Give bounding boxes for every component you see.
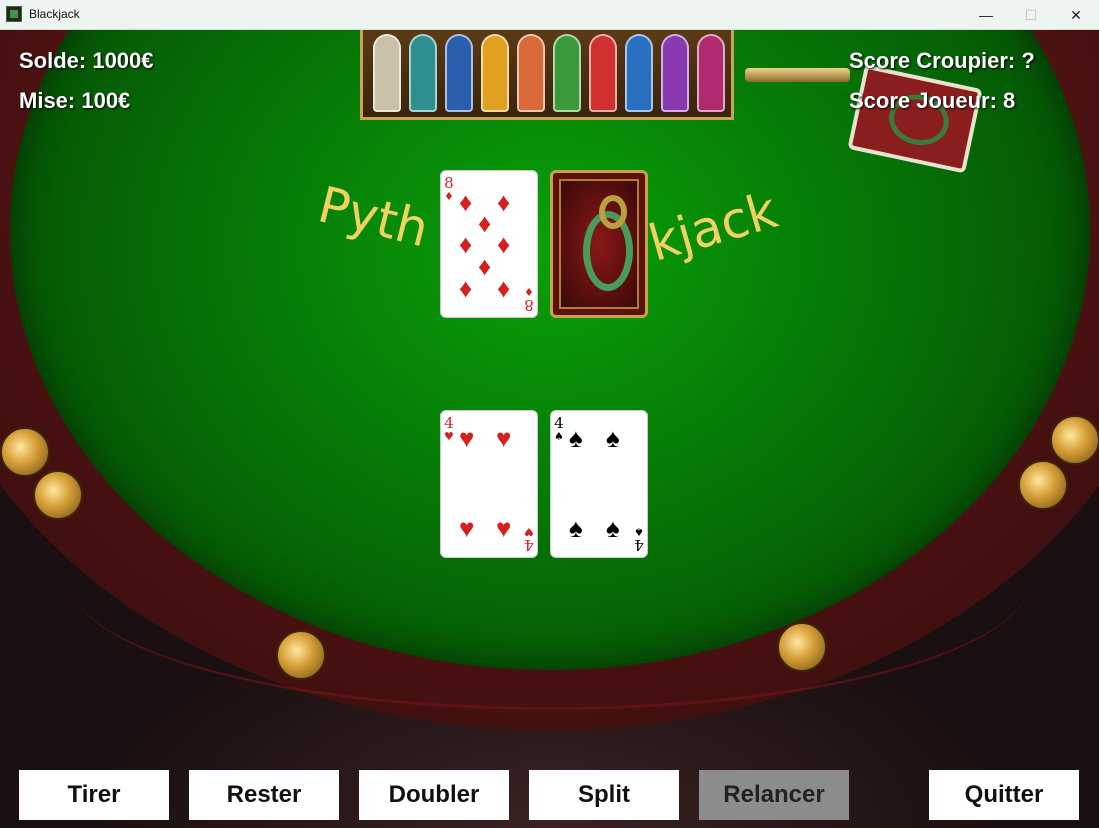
rebet-button[interactable]: Relancer [699, 770, 849, 820]
heart-pip: ♥ [496, 513, 512, 543]
window-title: Blackjack [29, 7, 80, 21]
spade-pip: ♠ [606, 513, 620, 543]
dealer-card-1: 8 ♦ 8 ♦ ♦ ♦ ♦ ♦ ♦ ♦ ♦ ♦ [440, 170, 538, 318]
chip-stack [517, 34, 545, 112]
minimize-button[interactable]: — [963, 0, 1009, 30]
spade-pip: ♠ [569, 423, 583, 453]
card-corner: 8 ♦ [524, 285, 534, 314]
card-corner: 4 ♠ [554, 414, 564, 444]
chip-stack [661, 34, 689, 112]
cup-holder [1050, 415, 1099, 465]
chip-stack [697, 34, 725, 112]
cup-holder [777, 622, 827, 672]
cup-holder [0, 427, 50, 477]
quit-button[interactable]: Quitter [929, 770, 1079, 820]
chip-stack [589, 34, 617, 112]
chip-stack [445, 34, 473, 112]
player-card-1: 4 ♥ 4 ♥ ♥ ♥ ♥ ♥ [440, 410, 538, 558]
cup-holder [1018, 460, 1068, 510]
chip-stack [373, 34, 401, 112]
stand-button[interactable]: Rester [189, 770, 339, 820]
balance-label: Solde: 1000€ [19, 48, 154, 73]
diamond-pip: ♦ [478, 251, 492, 281]
diamond-pip: ♦ [459, 229, 473, 259]
chip-stack [625, 34, 653, 112]
diamond-pip: ♦ [497, 229, 511, 259]
player-score-label: Score Joueur: 8 [849, 88, 1016, 113]
diamond-pip: ♦ [497, 273, 511, 303]
dealer-score-label: Score Croupier: ? [849, 48, 1035, 73]
player-card-2: 4 ♠ 4 ♠ ♠ ♠ ♠ ♠ [550, 410, 648, 558]
app-icon [6, 6, 22, 22]
game-canvas: Solde: 1000€ Mise: 100€ Score Croupier: … [0, 30, 1099, 828]
title-bar: Blackjack — ☐ ✕ [0, 0, 1099, 30]
split-button[interactable]: Split [529, 770, 679, 820]
card-back-frame [559, 179, 639, 309]
diamond-pip: ♦ [459, 187, 473, 217]
heart-pip: ♥ [459, 513, 475, 543]
diamond-pip: ♦ [478, 208, 492, 238]
discard-rod [745, 68, 850, 82]
heart-pip: ♥ [496, 423, 512, 453]
card-corner: 4 ♥ [444, 414, 454, 444]
card-corner: 4 ♠ [634, 525, 644, 554]
dealer-card-2-facedown [550, 170, 648, 318]
spade-pip: ♠ [606, 423, 620, 453]
diamond-pip: ♦ [459, 273, 473, 303]
chip-stack [481, 34, 509, 112]
cup-holder [33, 470, 83, 520]
maximize-button[interactable]: ☐ [1008, 0, 1054, 30]
snake-head-icon [599, 195, 627, 229]
spade-pip: ♠ [569, 513, 583, 543]
double-button[interactable]: Doubler [359, 770, 509, 820]
heart-pip: ♥ [459, 423, 475, 453]
chip-stack [553, 34, 581, 112]
diamond-pip: ♦ [497, 187, 511, 217]
close-button[interactable]: ✕ [1053, 0, 1099, 30]
cup-holder [276, 630, 326, 680]
card-corner: 8 ♦ [444, 174, 454, 204]
chip-stack [409, 34, 437, 112]
hit-button[interactable]: Tirer [19, 770, 169, 820]
bet-label: Mise: 100€ [19, 88, 131, 113]
chip-tray [360, 30, 734, 120]
card-corner: 4 ♥ [524, 525, 534, 554]
